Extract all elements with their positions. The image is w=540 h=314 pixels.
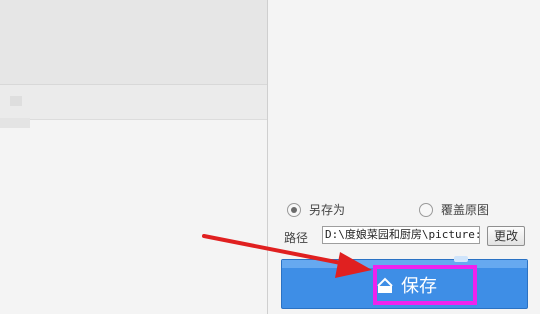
resize-handle [454,256,468,262]
save-button-content: 保存 [375,271,437,299]
preview-pane [0,0,268,314]
save-as-radio[interactable]: 另存为 [287,201,345,218]
save-button-gloss [282,260,527,268]
overwrite-radio-circle[interactable] [419,202,433,217]
change-path-button[interactable]: 更改 [487,226,525,246]
preview-lower-area [0,120,268,314]
save-as-label: 另存为 [309,203,346,217]
save-icon [377,277,393,293]
preview-stub-2 [0,118,30,128]
save-button[interactable]: 保存 [281,259,528,309]
preview-stub [10,96,22,106]
preview-band [0,85,268,119]
save-as-radio-circle[interactable] [287,202,301,217]
save-button-label: 保存 [401,276,437,297]
path-label: 路径 [284,231,309,245]
path-input[interactable]: D:\度娘菜园和厨房\picture: [322,226,480,244]
preview-top-area [0,0,268,84]
overwrite-radio[interactable]: 覆盖原图 [419,201,489,218]
overwrite-label: 覆盖原图 [441,203,490,217]
